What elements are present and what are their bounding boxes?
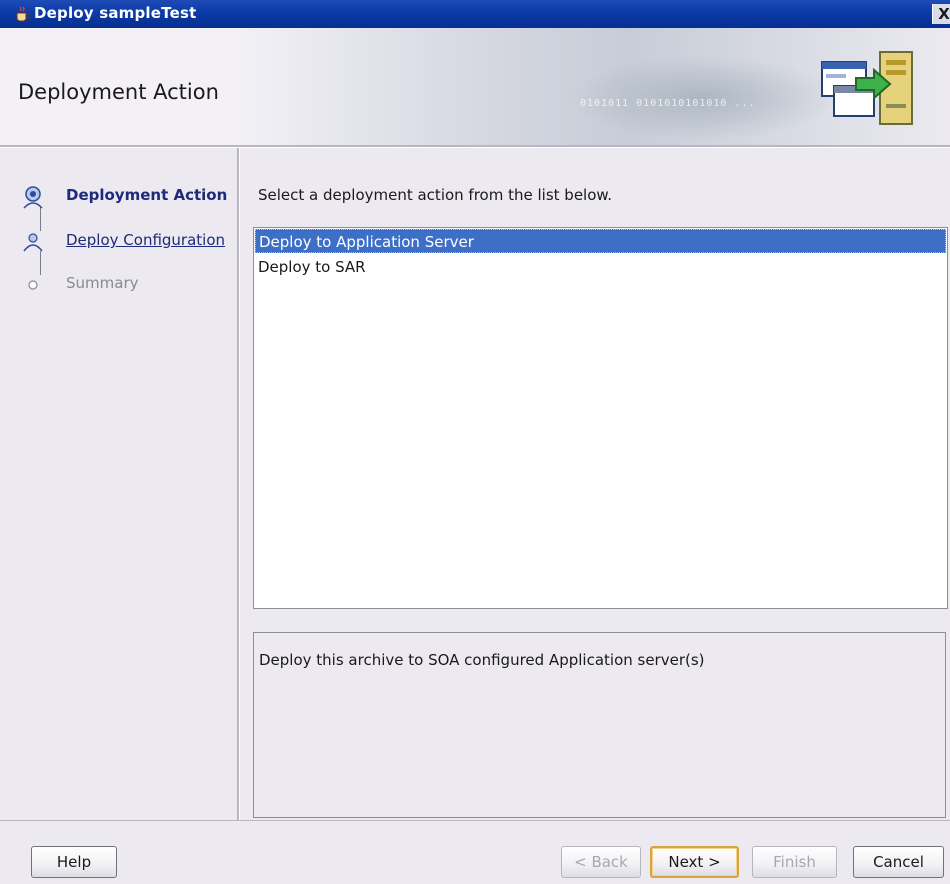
action-description-text: Deploy this archive to SOA configured Ap… [259,651,705,669]
close-icon: X [938,5,950,23]
coffee-cup-icon [16,6,31,22]
list-item[interactable]: Deploy to Application Server [255,229,946,253]
window-title: Deploy sampleTest [34,4,197,22]
step-label: Deployment Action [66,186,228,204]
deploy-wizard-window: Deploy sampleTest X 0101011 010101010101… [0,0,950,884]
steps-divider [237,148,240,820]
footer-divider [0,820,950,821]
cancel-button[interactable]: Cancel [853,846,944,878]
step-label[interactable]: Deploy Configuration [66,231,225,249]
back-button[interactable]: < Back [561,846,641,878]
page-title: Deployment Action [18,80,219,104]
action-description-panel: Deploy this archive to SOA configured Ap… [253,632,946,818]
help-button[interactable]: Help [31,846,117,878]
step-summary: Summary [20,270,235,298]
banner-binary-text: 0101011 0101010101010 ... [580,98,756,109]
instruction-text: Select a deployment action from the list… [258,186,613,204]
list-item[interactable]: Deploy to SAR [255,255,946,279]
deployment-action-list[interactable]: Deploy to Application Server Deploy to S… [253,227,948,609]
finish-button[interactable]: Finish [752,846,837,878]
pending-step-icon [28,280,38,290]
next-button[interactable]: Next > [650,846,739,878]
wizard-header: 0101011 0101010101010 ... Deployment Act… [0,28,950,145]
step-link-icon [23,233,43,252]
step-deploy-configuration[interactable]: Deploy Configuration [20,227,235,255]
step-deployment-action[interactable]: Deployment Action [20,182,235,210]
title-bar[interactable]: Deploy sampleTest X [0,0,950,28]
close-button[interactable]: X [932,4,950,24]
deploy-wizard-icon [821,51,913,125]
step-label: Summary [66,274,139,292]
current-step-icon [23,186,43,209]
